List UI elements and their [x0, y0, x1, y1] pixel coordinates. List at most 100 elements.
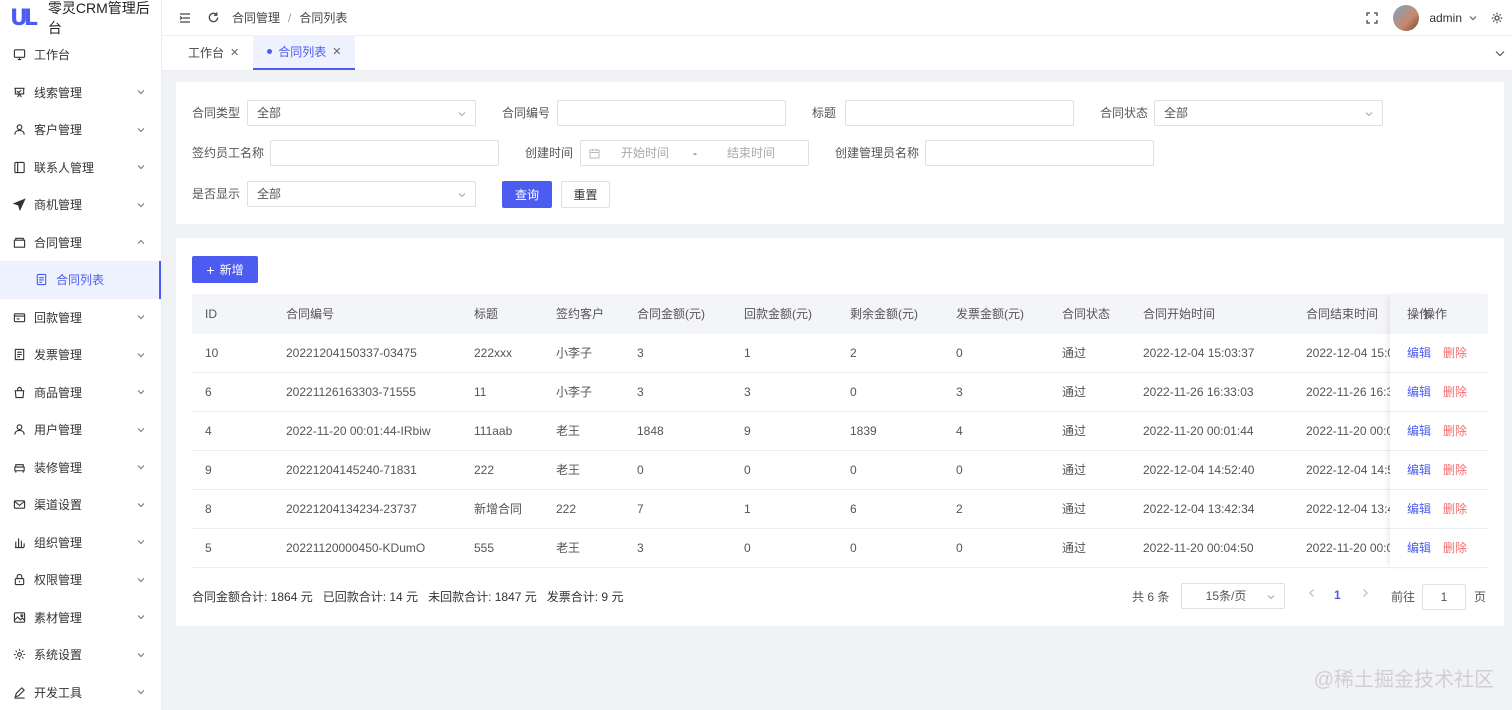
sidebar-item-11[interactable]: 装修管理 — [0, 449, 161, 487]
range-separator: - — [693, 146, 697, 160]
column-header-0[interactable]: ID — [205, 294, 217, 334]
tab-workbench[interactable]: 工作台 ✕ — [174, 35, 253, 70]
sidebar-item-3[interactable]: 联系人管理 — [0, 149, 161, 187]
sidebar-item-0[interactable]: 工作台 — [0, 36, 161, 74]
edit-link[interactable]: 编辑 — [1407, 334, 1431, 373]
table-row[interactable]: 6 20221126163303-71555 11 小李子 3 3 0 3 通过 2022-11-… — [192, 373, 1488, 412]
table-row[interactable]: 9 20221204145240-71831 222 老王 0 0 0 0 通过 2022-12-… — [192, 451, 1488, 490]
user-name[interactable]: admin — [1429, 11, 1462, 25]
chevron-down-icon — [135, 124, 147, 136]
created-time-range[interactable]: 开始时间 - 结束时间 — [580, 140, 809, 166]
edit-link[interactable]: 编辑 — [1407, 373, 1431, 412]
end-time-placeholder[interactable]: 结束时间 — [727, 141, 775, 165]
chevron-down-icon[interactable] — [1466, 11, 1480, 25]
tab-close-icon[interactable]: ✕ — [332, 45, 341, 58]
edit-link[interactable]: 编辑 — [1407, 490, 1431, 529]
sidebar-item-16[interactable]: 系统设置 — [0, 636, 161, 674]
title-input[interactable] — [845, 100, 1074, 126]
app-logo[interactable]: UL 零灵CRM管理后台 — [0, 0, 161, 36]
table-row[interactable]: 10 20221204150337-03475 222xxx 小李子 3 1 2 0 通过 202… — [192, 334, 1488, 373]
goto-page-input[interactable]: 1 — [1422, 584, 1466, 610]
column-header-3[interactable]: 签约客户 — [556, 294, 604, 334]
creator-input[interactable] — [925, 140, 1154, 166]
search-form: 合同类型 全部 合同编号 标题 合同状态 全部 签约员工名称 创建时间 开始时间… — [176, 82, 1504, 224]
column-header-9[interactable]: 合同开始时间 — [1143, 294, 1215, 334]
table-row[interactable]: 4 2022-11-20 00:01:44-IRbiw 111aab 老王 1848 9 1… — [192, 412, 1488, 451]
delete-link[interactable]: 删除 — [1443, 373, 1467, 412]
avatar[interactable] — [1393, 5, 1420, 31]
visible-select[interactable]: 全部 — [247, 181, 476, 207]
cell-customer: 小李子 — [556, 385, 593, 399]
edit-link[interactable]: 编辑 — [1407, 529, 1431, 568]
sidebar-item-label: 线索管理 — [34, 85, 83, 100]
tab-contract-list[interactable]: 合同列表 ✕ — [253, 35, 356, 70]
sidebar-item-10[interactable]: 用户管理 — [0, 411, 161, 449]
page-size-select[interactable]: 15条/页 — [1181, 583, 1285, 609]
chevron-down-icon — [135, 649, 147, 661]
column-header-8[interactable]: 合同状态 — [1062, 294, 1110, 334]
fullscreen-icon[interactable] — [1365, 11, 1379, 25]
add-button[interactable]: + 新增 — [192, 256, 258, 283]
sidebar-item-label: 权限管理 — [34, 573, 83, 588]
column-header-4[interactable]: 合同金额(元) — [637, 294, 705, 334]
column-header-1[interactable]: 合同编号 — [286, 294, 334, 334]
table-row[interactable]: 5 20221120000450-KDumO 555 老王 3 0 0 0 通过 2022-11-… — [192, 529, 1488, 568]
refresh-icon[interactable] — [206, 11, 220, 25]
sidebar-item-12[interactable]: 渠道设置 — [0, 486, 161, 524]
table-row[interactable]: 8 20221204134234-23737 新增合同 222 7 1 6 2 通过 2022-1… — [192, 490, 1488, 529]
column-header-5[interactable]: 回款金额(元) — [744, 294, 812, 334]
delete-link[interactable]: 删除 — [1443, 451, 1467, 490]
sidebar-item-17[interactable]: 开发工具 — [0, 674, 161, 710]
cell-customer: 小李子 — [556, 346, 593, 360]
sidebar-item-15[interactable]: 素材管理 — [0, 599, 161, 637]
tabs-dropdown-icon[interactable] — [1494, 47, 1506, 59]
breadcrumb-item-contract-mgmt[interactable]: 合同管理 — [232, 9, 280, 26]
actions-cell: 编辑 删除 — [1390, 529, 1488, 568]
sidebar-item-9[interactable]: 商品管理 — [0, 374, 161, 412]
column-header-2[interactable]: 标题 — [474, 294, 498, 334]
sidebar-item-8[interactable]: 发票管理 — [0, 336, 161, 374]
menu-fold-icon[interactable] — [178, 11, 192, 25]
sofa-icon — [12, 460, 26, 474]
actions-cell: 编辑 删除 — [1390, 451, 1488, 490]
prev-page-icon[interactable] — [1307, 587, 1317, 602]
next-page-icon[interactable] — [1360, 587, 1370, 602]
contract-type-select[interactable]: 全部 — [247, 100, 476, 126]
query-button[interactable]: 查询 — [502, 181, 552, 208]
sidebar-item-2[interactable]: 客户管理 — [0, 111, 161, 149]
sidebar-item-5[interactable]: 合同管理 — [0, 224, 161, 262]
sidebar-item-6[interactable]: 合同列表 — [0, 261, 161, 299]
signer-input[interactable] — [270, 140, 499, 166]
chevron-down-icon — [135, 536, 147, 548]
tab-close-icon[interactable]: ✕ — [230, 46, 239, 59]
contract-no-label: 合同编号 — [502, 106, 551, 120]
cell-amount: 3 — [637, 541, 644, 555]
sidebar-item-7[interactable]: 回款管理 — [0, 299, 161, 337]
column-header-7[interactable]: 发票金额(元) — [956, 294, 1024, 334]
reset-button[interactable]: 重置 — [561, 181, 610, 208]
start-time-placeholder[interactable]: 开始时间 — [621, 141, 669, 165]
sidebar-item-1[interactable]: 线索管理 — [0, 74, 161, 112]
column-header-10[interactable]: 合同结束时间 — [1306, 294, 1378, 334]
column-header-6[interactable]: 剩余金额(元) — [850, 294, 918, 334]
edit-link[interactable]: 编辑 — [1407, 412, 1431, 451]
delete-link[interactable]: 删除 — [1443, 490, 1467, 529]
cell-no: 20221126163303-71555 — [286, 385, 416, 399]
edit-link[interactable]: 编辑 — [1407, 451, 1431, 490]
header-right: admin — [1365, 0, 1512, 36]
delete-link[interactable]: 删除 — [1443, 529, 1467, 568]
cell-id: 6 — [205, 385, 212, 399]
sidebar-item-label: 商品管理 — [34, 385, 83, 400]
settings-gear-icon[interactable] — [1490, 11, 1504, 25]
status-select[interactable]: 全部 — [1154, 100, 1383, 126]
sidebar-item-13[interactable]: 组织管理 — [0, 524, 161, 562]
sidebar-item-14[interactable]: 权限管理 — [0, 561, 161, 599]
delete-link[interactable]: 删除 — [1443, 412, 1467, 451]
delete-link[interactable]: 删除 — [1443, 334, 1467, 373]
sidebar-item-4[interactable]: 商机管理 — [0, 186, 161, 224]
page-number-current[interactable]: 1 — [1334, 588, 1341, 602]
cell-title: 222xxx — [474, 346, 513, 360]
contract-no-input[interactable] — [557, 100, 786, 126]
page-unit-label: 页 — [1474, 590, 1487, 604]
chevron-down-icon — [135, 86, 147, 98]
